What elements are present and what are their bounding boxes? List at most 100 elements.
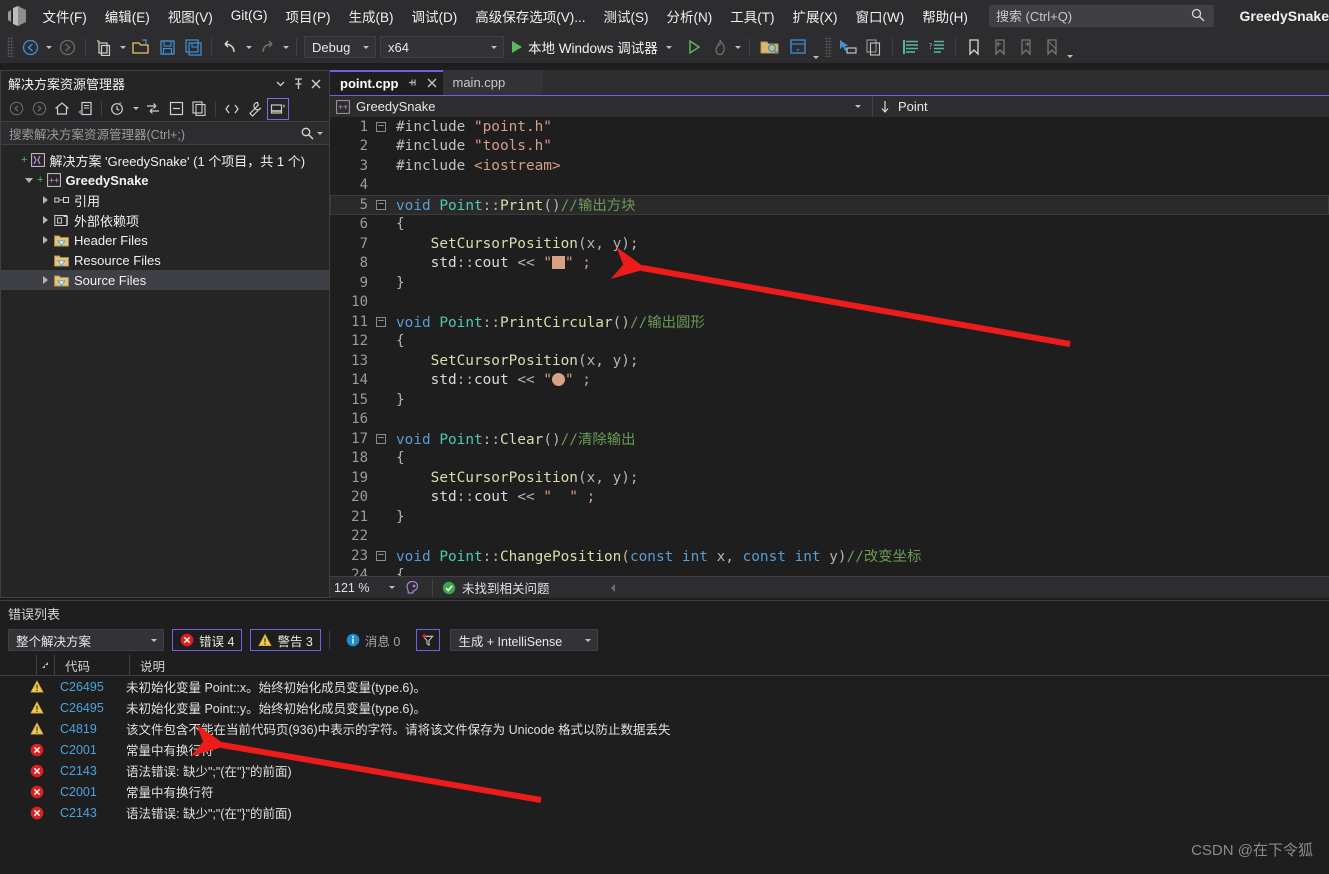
error-list-row[interactable]: C26495 未初始化变量 Point::x。始终初始化成员变量(type.6)。	[0, 676, 1329, 697]
error-header-description[interactable]: 说明	[129, 654, 1329, 676]
properties-window-icon[interactable]	[188, 98, 210, 120]
hot-reload-dropdown-icon[interactable]	[733, 46, 744, 49]
start-debug-button[interactable]: 本地 Windows 调试器	[506, 35, 681, 59]
errors-filter-button[interactable]: 错误 4	[172, 629, 243, 651]
code-line-20[interactable]: 20 std::cout << " " ;	[330, 488, 1329, 508]
tree-node-0[interactable]: + 解决方案 'GreedySnake' (1 个项目，共 1 个)	[1, 150, 329, 170]
navigate-forward-icon[interactable]	[55, 35, 79, 59]
bookmark-icon[interactable]	[962, 35, 986, 59]
pending-changes-dropdown-icon[interactable]	[130, 107, 141, 110]
error-code[interactable]: C2001	[60, 785, 120, 799]
menu-item-0[interactable]: 文件(F)	[33, 0, 95, 31]
code-editor-text[interactable]: 1– #include "point.h" 2 #include "tools.h" 3…	[330, 117, 1329, 576]
editor-zoom-level[interactable]: 121 %	[330, 581, 386, 595]
navbar-project-dropdown[interactable]	[844, 96, 872, 118]
code-line-4[interactable]: 4	[330, 176, 1329, 196]
menu-item-6[interactable]: 调试(D)	[402, 0, 466, 31]
error-list-row[interactable]: C2001 常量中有换行符	[0, 739, 1329, 760]
collapse-region-icon[interactable]: –	[376, 316, 386, 327]
fold-gutter[interactable]: –	[370, 316, 392, 327]
pin-icon[interactable]	[408, 77, 419, 91]
warnings-filter-button[interactable]: 警告 3	[250, 629, 321, 651]
pin-icon[interactable]	[289, 75, 307, 93]
error-code[interactable]: C4819	[60, 722, 120, 736]
navigate-back-dropdown-icon[interactable]	[43, 46, 54, 49]
menu-item-7[interactable]: 高级保存选项(V)...	[466, 0, 594, 31]
solution-explorer-search-input[interactable]: 搜索解决方案资源管理器(Ctrl+;)	[1, 122, 329, 145]
code-line-1[interactable]: 1– #include "point.h"	[330, 117, 1329, 137]
undo-icon[interactable]	[218, 35, 242, 59]
find-in-files-icon[interactable]	[756, 35, 784, 59]
menu-item-3[interactable]: Git(G)	[222, 0, 277, 31]
hot-reload-icon[interactable]	[708, 35, 732, 59]
tree-node-2[interactable]: 引用	[1, 190, 329, 210]
expander-closed-icon[interactable]	[37, 272, 53, 288]
chevron-down-icon[interactable]	[271, 75, 289, 93]
error-code[interactable]: C2143	[60, 806, 120, 820]
previous-bookmark-icon[interactable]	[988, 35, 1012, 59]
solution-platform-combo[interactable]: x64	[380, 36, 504, 58]
code-line-11[interactable]: 11– void Point::PrintCircular()//输出圆形	[330, 312, 1329, 332]
tree-node-1[interactable]: + + + GreedySnake	[1, 170, 329, 190]
code-line-18[interactable]: 18 {	[330, 449, 1329, 469]
collapse-region-icon[interactable]: –	[376, 199, 386, 210]
copy-icon[interactable]	[862, 35, 886, 59]
window-layout-icon[interactable]	[786, 35, 810, 59]
clear-bookmarks-icon[interactable]	[1040, 35, 1064, 59]
show-all-files-icon[interactable]	[142, 98, 164, 120]
collapse-all-icon[interactable]	[165, 98, 187, 120]
back-icon[interactable]	[5, 98, 27, 120]
next-bookmark-icon[interactable]	[1014, 35, 1038, 59]
error-list-row[interactable]: C2001 常量中有换行符	[0, 781, 1329, 802]
code-line-13[interactable]: 13 SetCursorPosition(x, y);	[330, 351, 1329, 371]
feedback-icon[interactable]	[405, 580, 420, 595]
start-without-debugging-icon[interactable]	[682, 35, 706, 59]
collapse-region-icon[interactable]: –	[376, 550, 386, 561]
quick-launch-search[interactable]: 搜索 (Ctrl+Q)	[988, 4, 1214, 27]
code-line-22[interactable]: 22	[330, 527, 1329, 547]
error-list-row[interactable]: C2143 语法错误: 缺少";"(在"}"的前面)	[0, 802, 1329, 823]
save-icon[interactable]	[155, 35, 179, 59]
navigate-back-icon[interactable]	[18, 35, 42, 59]
tree-node-3[interactable]: 外部依赖项	[1, 210, 329, 230]
redo-icon[interactable]	[255, 35, 279, 59]
code-view-icon[interactable]	[221, 98, 243, 120]
fold-gutter[interactable]: –	[370, 550, 392, 561]
error-code[interactable]: C2143	[60, 764, 120, 778]
forward-icon[interactable]	[28, 98, 50, 120]
scroll-left-icon[interactable]	[608, 582, 618, 594]
toolbar-grip[interactable]	[824, 37, 832, 57]
open-file-icon[interactable]	[129, 35, 153, 59]
solution-configuration-combo[interactable]: Debug	[304, 36, 376, 58]
chevron-down-icon[interactable]	[664, 46, 675, 49]
collapse-region-icon[interactable]: –	[376, 121, 386, 132]
menu-item-11[interactable]: 扩展(X)	[783, 0, 846, 31]
tree-node-5[interactable]: Resource Files	[1, 250, 329, 270]
error-header-sort-icon[interactable]	[36, 654, 54, 676]
tree-node-4[interactable]: Header Files	[1, 230, 329, 250]
menu-item-8[interactable]: 测试(S)	[594, 0, 657, 31]
code-line-19[interactable]: 19 SetCursorPosition(x, y);	[330, 468, 1329, 488]
collapse-region-icon[interactable]: –	[376, 433, 386, 444]
expander-open-icon[interactable]	[21, 172, 37, 188]
code-line-16[interactable]: 16	[330, 410, 1329, 430]
messages-filter-button[interactable]: 消息 0	[338, 629, 408, 651]
close-icon[interactable]	[307, 75, 325, 93]
menu-item-5[interactable]: 生成(B)	[339, 0, 402, 31]
new-item-icon[interactable]	[92, 35, 116, 59]
redo-dropdown-icon[interactable]	[280, 46, 291, 49]
code-line-8[interactable]: 8 std::cout << " " ;	[330, 254, 1329, 274]
expander-closed-icon[interactable]	[37, 212, 53, 228]
filter-button[interactable]	[416, 629, 441, 651]
menu-item-9[interactable]: 分析(N)	[657, 0, 721, 31]
home-icon[interactable]	[51, 98, 73, 120]
sync-with-active-document-icon[interactable]	[74, 98, 96, 120]
menu-item-2[interactable]: 视图(V)	[159, 0, 222, 31]
code-line-23[interactable]: 23– void Point::ChangePosition(const int …	[330, 546, 1329, 566]
code-line-15[interactable]: 15}	[330, 390, 1329, 410]
editor-tab-0[interactable]: point.cpp	[330, 70, 443, 95]
code-line-7[interactable]: 7 SetCursorPosition(x, y);	[330, 234, 1329, 254]
menu-item-13[interactable]: 帮助(H)	[913, 0, 977, 31]
pointer-select-icon[interactable]	[836, 35, 860, 59]
zoom-dropdown-icon[interactable]	[386, 586, 397, 589]
